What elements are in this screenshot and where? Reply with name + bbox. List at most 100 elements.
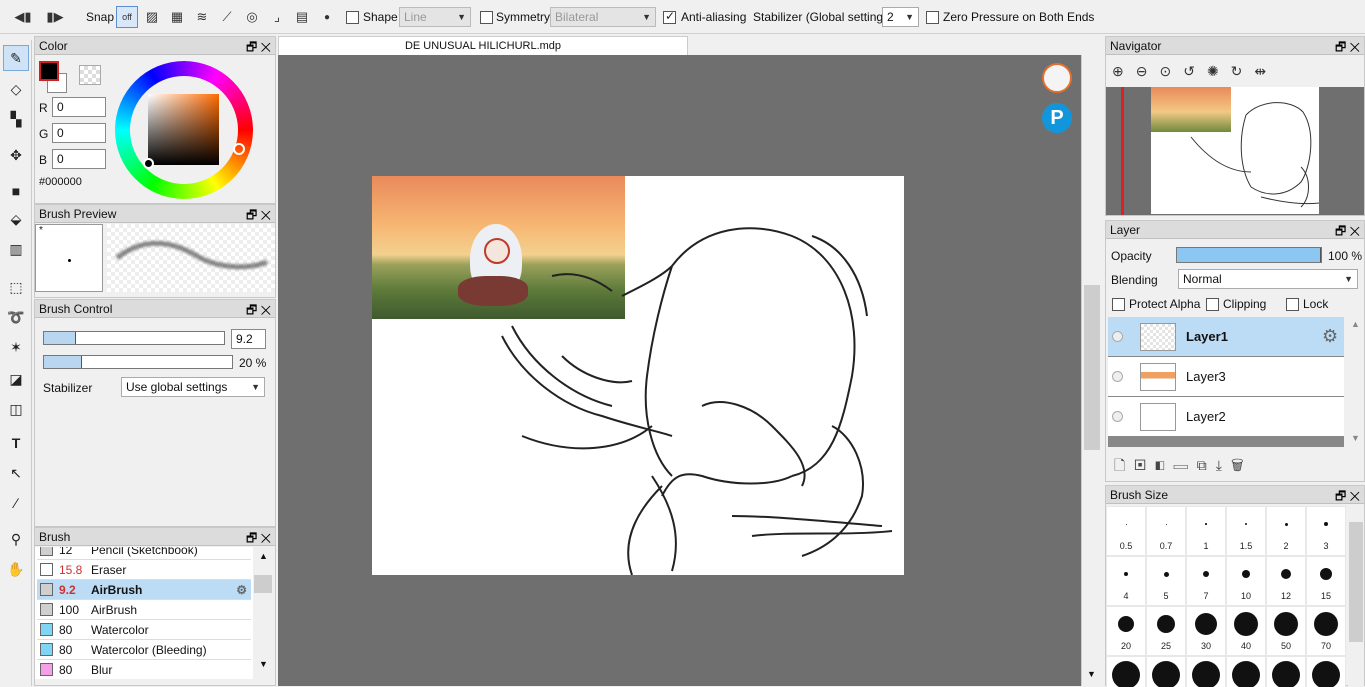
brush-opacity-slider[interactable]	[43, 355, 233, 369]
scroll-thumb[interactable]	[1349, 522, 1363, 642]
select-rect-icon[interactable]: ⬚	[3, 274, 29, 300]
visibility-icon[interactable]	[1112, 371, 1123, 382]
layer-row[interactable]: Layer3	[1108, 357, 1344, 397]
hue-handle[interactable]	[233, 143, 245, 155]
brush-size-cell[interactable]: 50	[1267, 607, 1305, 655]
pen-tool-icon[interactable]: ✎	[3, 45, 29, 71]
brush-size-cell[interactable]: 20	[1107, 607, 1145, 655]
brush-size-cell[interactable]	[1187, 657, 1225, 687]
snap-curve-icon[interactable]: ≋	[191, 6, 213, 28]
layer-row[interactable]: Layer2	[1108, 397, 1344, 437]
brush-size-cell[interactable]: 25	[1147, 607, 1185, 655]
canvas-vertical-scrollbar[interactable]: ▼	[1081, 55, 1103, 686]
snap-off-button[interactable]: off	[116, 6, 138, 28]
magic-wand-icon[interactable]: ✶	[3, 334, 29, 360]
delete-layer-icon[interactable]: 🗑	[1231, 457, 1253, 473]
brush-stabilizer-select[interactable]: Use global settings ▼	[121, 377, 265, 397]
brush-size-cell[interactable]	[1307, 657, 1345, 687]
redo-icon[interactable]: ▮▶	[44, 6, 66, 28]
brush-size-cell[interactable]: 30	[1187, 607, 1225, 655]
r-input[interactable]: 0	[52, 97, 106, 117]
fill-rect-tool-icon[interactable]: ■	[3, 178, 29, 204]
float-close-icon[interactable]: 🗗 ✕	[246, 38, 271, 59]
snap-circle-icon[interactable]: ◎	[241, 6, 263, 28]
stabilizer-select[interactable]: 2 ▼	[882, 7, 919, 27]
rotate-reset-icon[interactable]: ✺	[1207, 63, 1231, 79]
saturation-square[interactable]	[148, 94, 219, 165]
snap-dot-icon[interactable]: ●	[316, 6, 338, 28]
scroll-down-icon[interactable]: ▼	[259, 659, 268, 669]
brush-item-selected[interactable]: 9.2 AirBrush ⚙	[37, 580, 251, 600]
brush-size-cell[interactable]: 40	[1227, 607, 1265, 655]
visibility-icon[interactable]	[1112, 331, 1123, 342]
float-close-icon[interactable]: 🗗 ✕	[1335, 487, 1360, 508]
color-picker-handle[interactable]	[143, 158, 154, 169]
brush-size-cell[interactable]: 4	[1107, 557, 1145, 605]
select-pen-icon[interactable]: ◪	[3, 366, 29, 392]
scroll-down-icon[interactable]: ▼	[1087, 669, 1096, 679]
brush-size-cell[interactable]: 2	[1267, 507, 1305, 555]
pixiv-icon[interactable]: P	[1042, 103, 1072, 133]
new-folder-icon[interactable]: ▭	[1174, 457, 1197, 473]
rotate-right-icon[interactable]: ↻	[1231, 63, 1255, 79]
document-tab[interactable]: DE UNUSUAL HILICHURL.mdp	[278, 36, 688, 55]
gradient-tool-icon[interactable]: ▥	[3, 236, 29, 262]
eraser-tool-icon[interactable]: ◇	[3, 76, 29, 102]
brush-item[interactable]: 80 Blur	[37, 660, 251, 679]
g-input[interactable]: 0	[52, 123, 106, 143]
zoom-in-icon[interactable]: ⊕	[1112, 63, 1136, 79]
float-close-icon[interactable]: 🗗 ✕	[1335, 38, 1360, 59]
text-tool-icon[interactable]: T	[3, 430, 29, 456]
symmetry-checkbox[interactable]	[480, 10, 493, 25]
brush-size-cell[interactable]: 1	[1187, 507, 1225, 555]
brush-size-cell[interactable]: 15	[1307, 557, 1345, 605]
brush-size-cell[interactable]: 10	[1227, 557, 1265, 605]
brush-size-cell[interactable]: 0.5	[1107, 507, 1145, 555]
move-tool-icon[interactable]: ✥	[3, 142, 29, 168]
protect-alpha-checkbox[interactable]	[1112, 297, 1125, 312]
layer-row[interactable]: Layer1 ⚙	[1108, 317, 1344, 357]
brush-item[interactable]: 12 Pencil (Sketchbook)	[37, 547, 251, 560]
divide-tool-icon[interactable]: ∕	[3, 490, 29, 516]
lock-checkbox[interactable]	[1286, 297, 1299, 312]
snap-perspective-icon[interactable]: ▤	[291, 6, 313, 28]
visibility-icon[interactable]	[1112, 411, 1123, 422]
snap-grid-icon[interactable]: ▦	[166, 6, 188, 28]
brush-size-cell[interactable]: 70	[1307, 607, 1345, 655]
select-eraser-icon[interactable]: ◫	[3, 396, 29, 422]
brush-size-cell[interactable]: 1.5	[1227, 507, 1265, 555]
foreground-color-swatch[interactable]	[39, 61, 59, 81]
zero-pressure-checkbox[interactable]	[926, 10, 939, 25]
zoom-fit-icon[interactable]: ⊙	[1159, 63, 1183, 79]
drawing-canvas[interactable]	[372, 176, 904, 575]
hue-wheel[interactable]	[115, 61, 253, 199]
brush-size-cell[interactable]	[1107, 657, 1145, 687]
brush-item[interactable]: 15.8 Eraser	[37, 560, 251, 580]
new-1bit-layer-icon[interactable]: ◧	[1155, 457, 1174, 473]
canvas-area[interactable]: P	[278, 55, 1081, 686]
brush-size-slider[interactable]	[43, 331, 225, 345]
brush-size-cell[interactable]: 12	[1267, 557, 1305, 605]
brush-item[interactable]: 80 Watercolor	[37, 620, 251, 640]
shape-checkbox[interactable]	[346, 10, 359, 25]
antialias-checkbox[interactable]	[663, 9, 676, 25]
navigator-preview[interactable]	[1106, 87, 1364, 215]
merge-down-icon[interactable]: ⤓	[1216, 457, 1231, 473]
undo-icon[interactable]: ◀▮	[12, 6, 34, 28]
float-close-icon[interactable]: 🗗 ✕	[1335, 222, 1360, 243]
scroll-thumb[interactable]	[254, 575, 272, 593]
operation-tool-icon[interactable]: ↖	[3, 460, 29, 486]
clipping-checkbox[interactable]	[1206, 297, 1219, 312]
brush-size-cell[interactable]: 7	[1187, 557, 1225, 605]
brush-item[interactable]: 100 AirBrush	[37, 600, 251, 620]
brush-size-cell[interactable]: 0.7	[1147, 507, 1185, 555]
brush-size-cell[interactable]	[1267, 657, 1305, 687]
mascot-icon[interactable]	[1042, 63, 1072, 93]
brush-size-input[interactable]: 9.2	[231, 329, 266, 349]
lasso-icon[interactable]: ➰	[3, 304, 29, 330]
layer-opacity-slider[interactable]	[1176, 247, 1322, 263]
layer-blending-select[interactable]: Normal ▼	[1178, 269, 1358, 289]
dot-tool-icon[interactable]: ▚	[3, 106, 29, 132]
bucket-tool-icon[interactable]: ⬙	[3, 206, 29, 232]
b-input[interactable]: 0	[52, 149, 106, 169]
